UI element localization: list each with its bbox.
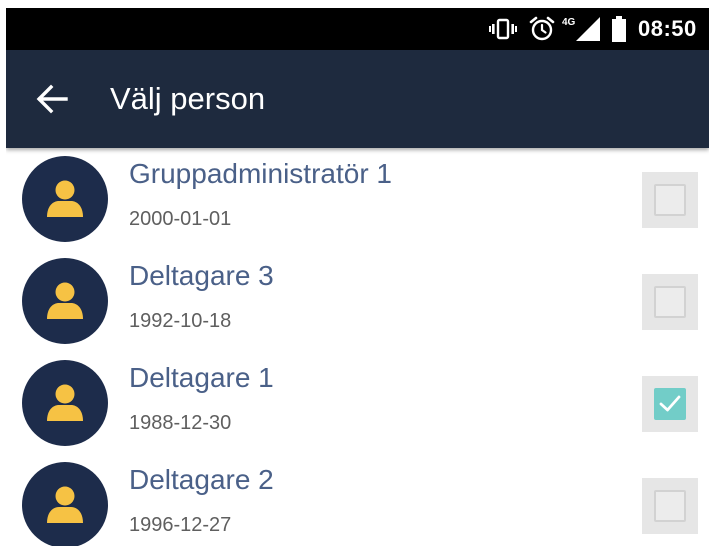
vibrate-icon [488, 8, 518, 50]
person-row[interactable]: Gruppadministratör 1 2000-01-01 [6, 148, 709, 250]
checkbox-unchecked-icon [654, 286, 686, 318]
checkbox-unchecked-icon [654, 490, 686, 522]
signal-icon: 4G [562, 8, 602, 50]
person-date: 1996-12-27 [129, 514, 232, 536]
status-bar: 4G 08:50 [6, 8, 709, 50]
person-icon [47, 384, 83, 421]
network-type-label: 4G [562, 17, 576, 28]
person-date: 1988-12-30 [129, 412, 232, 434]
person-checkbox[interactable] [642, 172, 698, 228]
person-date: 2000-01-01 [129, 208, 232, 230]
person-row[interactable]: Deltagare 2 1996-12-27 [6, 454, 709, 546]
person-name: Deltagare 3 [129, 260, 274, 291]
app-bar: Välj person [6, 50, 709, 148]
avatar [22, 360, 108, 446]
page-title: Välj person [110, 81, 266, 116]
person-name: Gruppadministratör 1 [129, 158, 393, 189]
avatar [22, 258, 108, 344]
person-row[interactable]: Deltagare 3 1992-10-18 [6, 250, 709, 352]
battery-icon [610, 8, 628, 50]
checkbox-unchecked-icon [654, 184, 686, 216]
checkbox-checked-icon [654, 388, 686, 420]
phone-screen: 4G 08:50 Välj person Gruppadministratör … [6, 8, 709, 546]
person-checkbox[interactable] [642, 274, 698, 330]
person-checkbox[interactable] [642, 478, 698, 534]
avatar [22, 156, 108, 242]
person-row[interactable]: Deltagare 1 1988-12-30 [6, 352, 709, 454]
person-icon [47, 282, 83, 319]
person-checkbox[interactable] [642, 376, 698, 432]
checkmark-icon [659, 395, 681, 412]
avatar [22, 462, 108, 546]
person-name: Deltagare 2 [129, 464, 274, 495]
status-time: 08:50 [638, 16, 697, 41]
person-name: Deltagare 1 [129, 362, 274, 393]
person-icon [47, 180, 83, 217]
back-arrow-icon[interactable] [34, 81, 70, 117]
alarm-icon [528, 8, 556, 50]
person-icon [47, 486, 83, 523]
person-date: 1992-10-18 [129, 310, 232, 332]
